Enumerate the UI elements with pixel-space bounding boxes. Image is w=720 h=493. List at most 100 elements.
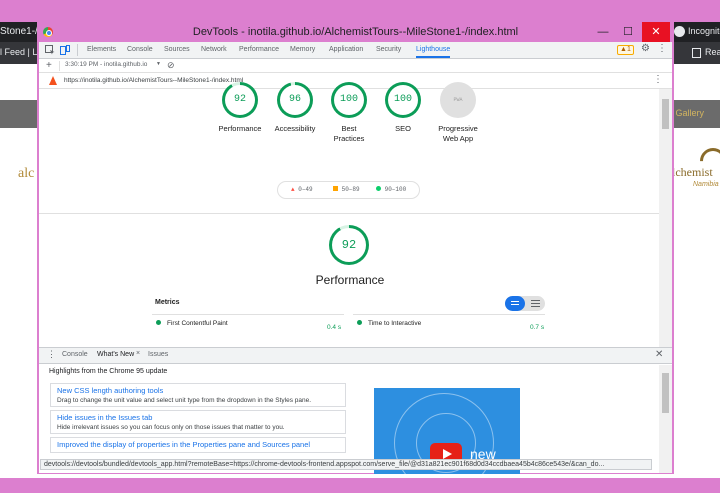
toolbar-divider: [59, 61, 60, 71]
new-report-icon[interactable]: +: [46, 59, 52, 72]
performance-gauge: 92: [314, 225, 384, 265]
score-label: Progressive Web App: [438, 124, 478, 143]
pwa-badge-text: PWA: [443, 85, 473, 115]
score-pwa[interactable]: PWA Progressive Web App: [423, 82, 493, 144]
pass-circle-icon: [357, 320, 362, 325]
close-drawer-icon[interactable]: ✕: [655, 349, 663, 360]
background-titlebar: [0, 0, 720, 22]
list-item[interactable]: Improved the display of properties in th…: [50, 437, 346, 453]
legend-fail-range: 0–49: [298, 186, 313, 193]
pass-circle-icon: [156, 320, 161, 325]
metrics-view-toggle[interactable]: [505, 296, 545, 311]
score-gauge: 92: [329, 225, 369, 265]
tab-sources[interactable]: Sources: [164, 42, 190, 58]
performance-score: 92: [332, 228, 366, 262]
warning-badge[interactable]: ▲1: [617, 45, 634, 55]
tab-elements[interactable]: Elements: [87, 42, 116, 58]
section-divider: [39, 213, 659, 214]
metric-divider: [152, 314, 344, 315]
tab-application[interactable]: Application: [329, 42, 363, 58]
tab-console[interactable]: Console: [127, 42, 153, 58]
metric-name: Time to Interactive: [368, 320, 422, 327]
list-item[interactable]: New CSS length authoring tools Drag to c…: [50, 383, 346, 407]
maximize-button[interactable]: ☐: [617, 22, 639, 42]
tab-lighthouse[interactable]: Lighthouse: [416, 42, 451, 58]
toolbar-divider: [77, 44, 78, 56]
metrics-heading: Metrics: [155, 299, 180, 306]
list-item-title[interactable]: New CSS length authoring tools: [57, 386, 339, 395]
metric-name: First Contentful Paint: [167, 320, 228, 327]
drawer-menu-icon[interactable]: ⋮: [47, 349, 56, 360]
compact-view-button[interactable]: [505, 296, 525, 311]
site-logo-left: alc: [18, 166, 35, 181]
minimize-button[interactable]: —: [592, 22, 614, 42]
drawer-scrollbar-thumb[interactable]: [662, 373, 669, 413]
list-item-title[interactable]: Improved the display of properties in th…: [57, 440, 339, 449]
site-logo-subtitle: Namibia: [693, 181, 719, 188]
metric-fcp: First Contentful Paint: [156, 320, 228, 334]
list-item-desc: Hide irrelevant issues so you can focus …: [57, 424, 285, 431]
legend-average-range: 50–89: [341, 186, 360, 193]
legend-pass-range: 90–100: [384, 186, 407, 193]
score-gauge: 100: [331, 82, 367, 118]
tab-network[interactable]: Network: [201, 42, 227, 58]
score-label: Best Practices: [333, 124, 365, 143]
devtools-window-title: DevTools - inotila.github.io/AlchemistTo…: [192, 26, 519, 38]
close-button[interactable]: ✕: [642, 22, 670, 42]
inspect-element-icon[interactable]: [45, 45, 55, 55]
square-icon: [333, 186, 338, 191]
list-item-title[interactable]: Hide issues in the Issues tab: [57, 413, 339, 422]
score-gauge: 100: [385, 82, 421, 118]
score-gauge: 92: [222, 82, 258, 118]
chevron-down-icon[interactable]: ▼: [156, 61, 161, 67]
performance-title: Performance: [315, 273, 385, 287]
drawer-tab-bar: ⋮ Console What's New × Issues ✕: [39, 348, 672, 364]
list-item-desc: Drag to change the unit value and select…: [57, 397, 312, 404]
status-url-tooltip: devtools://devtools/bundled/devtools_app…: [40, 459, 652, 470]
list-icon: [511, 301, 519, 302]
score-gauge: 96: [277, 82, 313, 118]
tab-security[interactable]: Security: [376, 42, 401, 58]
circle-icon: [376, 186, 381, 191]
reading-list-label[interactable]: Rea: [705, 47, 720, 57]
device-toolbar-icon[interactable]: [60, 45, 70, 55]
score-legend: ▲ 0–49 50–89 90–100: [277, 181, 420, 199]
clear-reports-icon[interactable]: ⊘: [167, 59, 175, 72]
devtools-drawer: ⋮ Console What's New × Issues ✕ Highligh…: [39, 347, 672, 474]
metric-fcp-value: 0.4 s: [327, 324, 342, 331]
devtools-titlebar: DevTools - inotila.github.io/AlchemistTo…: [37, 22, 674, 42]
list-item[interactable]: Hide issues in the Issues tab Hide irrel…: [50, 410, 346, 434]
tab-performance[interactable]: Performance: [239, 42, 279, 58]
pwa-badge-icon: PWA: [440, 82, 476, 118]
expanded-view-icon[interactable]: [531, 300, 540, 301]
legend-pass: 90–100: [376, 186, 406, 193]
metric-tti-value: 0.7 s: [530, 324, 545, 331]
report-scrollbar[interactable]: [659, 89, 672, 347]
lighthouse-toolbar: + 3:30:19 PM - inotila.github.io ▼ ⊘: [39, 59, 672, 73]
whats-new-heading: Highlights from the Chrome 95 update: [49, 368, 168, 375]
triangle-icon: ▲: [291, 186, 295, 193]
incognito-label: Incognito: [688, 26, 720, 36]
incognito-icon: [674, 26, 685, 37]
site-logo-right: lchemist: [672, 165, 713, 179]
legend-average: 50–89: [333, 186, 360, 193]
score-value: 96: [280, 85, 310, 115]
tab-memory[interactable]: Memory: [290, 42, 315, 58]
more-options-icon[interactable]: ⋮: [657, 43, 667, 54]
drawer-tab-whats-new[interactable]: What's New: [97, 351, 134, 358]
reading-list-icon[interactable]: [692, 48, 701, 58]
close-tab-icon[interactable]: ×: [136, 350, 140, 357]
warning-count: 1: [626, 46, 631, 53]
metric-tti: Time to Interactive: [357, 320, 421, 334]
report-selector[interactable]: 3:30:19 PM - inotila.github.io: [65, 61, 147, 68]
score-value: 92: [225, 85, 255, 115]
settings-gear-icon[interactable]: ⚙: [641, 43, 650, 54]
report-menu-icon[interactable]: ⋮: [653, 74, 663, 85]
whats-new-list: New CSS length authoring tools Drag to c…: [50, 383, 346, 456]
drawer-tab-console[interactable]: Console: [62, 351, 88, 358]
background-bottom-frame: [0, 478, 720, 493]
score-value: 100: [388, 85, 418, 115]
drawer-tab-issues[interactable]: Issues: [148, 351, 168, 358]
drawer-scrollbar[interactable]: [659, 365, 672, 473]
report-scrollbar-thumb[interactable]: [662, 99, 669, 129]
